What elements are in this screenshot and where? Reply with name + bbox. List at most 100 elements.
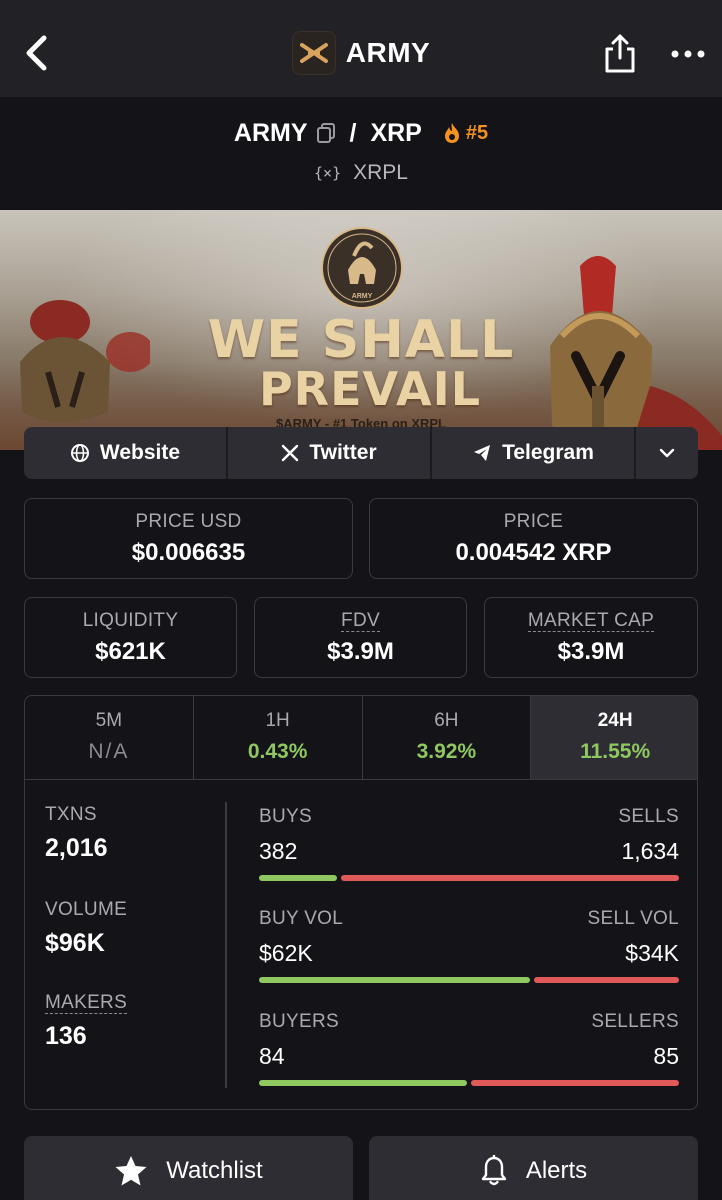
copy-icon[interactable] [316, 122, 336, 144]
fdv-card[interactable]: FDV $3.9M [254, 597, 467, 678]
makers-value: 136 [45, 1022, 87, 1050]
buys-sells-row: BUYS SELLS 382 1,634 [259, 806, 679, 881]
social-links-bar: Website Twitter Telegram [24, 427, 698, 479]
tab-1h[interactable]: 1H 0.43% [194, 696, 363, 779]
fire-icon [444, 123, 459, 143]
price-usd-card: PRICE USD $0.006635 [24, 498, 353, 579]
x-logo-icon [282, 444, 299, 462]
sellers-bar-fill [471, 1080, 679, 1086]
trending-rank-badge[interactable]: #5 [442, 122, 488, 145]
tab-change-value: 11.55% [580, 740, 651, 763]
volume-split-bar [259, 977, 679, 983]
liquidity-card: LIQUIDITY $621K [24, 597, 237, 678]
market-cap-value: $3.9M [557, 638, 625, 665]
telegram-link[interactable]: Telegram [432, 427, 636, 479]
fdv-value: $3.9M [327, 638, 394, 665]
fdv-label: FDV [341, 610, 380, 632]
twitter-link[interactable]: Twitter [228, 427, 432, 479]
banner-headline-2: PREVAIL [258, 362, 482, 416]
tab-label: 5M [95, 710, 123, 731]
price-usd-value: $0.006635 [131, 539, 246, 566]
tab-label: 1H [265, 710, 290, 731]
liquidity-value: $621K [95, 638, 166, 665]
liquidity-label: LIQUIDITY [82, 610, 179, 631]
tab-label: 24H [597, 710, 633, 731]
buy-vol-label: BUY VOL [259, 908, 344, 929]
volume-split-row: BUY VOL SELL VOL $62K $34K [259, 908, 679, 983]
page-title: ARMY [345, 37, 431, 68]
top-bar: ARMY [0, 0, 722, 97]
market-cap-label: MARKET CAP [527, 610, 655, 632]
timeframe-tabs: 5M N/A 1H 0.43% 6H 3.92% 24H 11.55% [25, 696, 697, 780]
xrpl-chain-icon: {×} [314, 164, 342, 182]
pair-quote-symbol: XRP [370, 118, 422, 147]
sell-vol-bar-fill [534, 977, 679, 983]
alerts-button[interactable]: Alerts [369, 1136, 698, 1200]
price-label: PRICE [503, 511, 564, 532]
market-cap-card[interactable]: MARKET CAP $3.9M [484, 597, 698, 678]
sell-vol-value: $34K [625, 940, 679, 966]
watchlist-button[interactable]: Watchlist [24, 1136, 353, 1200]
sells-bar-fill [340, 875, 679, 881]
alerts-label: Alerts [525, 1157, 588, 1184]
txns-panel: 5M N/A 1H 0.43% 6H 3.92% 24H 11.55% TXNS… [24, 695, 698, 1110]
buys-label: BUYS [259, 806, 312, 827]
tab-5m[interactable]: 5M N/A [25, 696, 194, 779]
website-link[interactable]: Website [24, 427, 228, 479]
buyers-sellers-row: BUYERS SELLERS 84 85 [259, 1011, 679, 1086]
watchlist-label: Watchlist [166, 1157, 263, 1184]
buys-value: 382 [259, 838, 298, 864]
buyers-bar-fill [259, 1080, 467, 1086]
tab-change-value: 3.92% [416, 740, 477, 763]
emblem-text: ARMY [352, 293, 373, 300]
makers-label[interactable]: MAKERS [45, 992, 128, 1014]
globe-icon [70, 444, 89, 462]
website-link-label: Website [99, 441, 181, 464]
sell-vol-label: SELL VOL [587, 908, 679, 929]
more-links-dropdown[interactable] [636, 427, 698, 479]
buyers-value: 84 [259, 1043, 285, 1069]
star-icon [115, 1156, 147, 1186]
buyers-label: BUYERS [259, 1011, 339, 1032]
tab-change-value: 0.43% [247, 740, 308, 763]
buy-vol-bar-fill [259, 977, 530, 983]
column-divider [225, 802, 227, 1088]
sellers-value: 85 [653, 1043, 679, 1069]
txns-value: 2,016 [45, 834, 108, 862]
twitter-link-label: Twitter [309, 441, 377, 464]
buys-bar-fill [259, 875, 337, 881]
tab-24h[interactable]: 24H 11.55% [531, 696, 697, 779]
share-icon[interactable] [602, 32, 638, 74]
chevron-down-icon [659, 448, 675, 458]
tab-6h[interactable]: 6H 3.92% [363, 696, 532, 779]
telegram-icon [474, 445, 491, 461]
chain-name: XRPL [353, 161, 408, 184]
spartan-helmet-right-image [550, 256, 722, 450]
sells-label: SELLS [618, 806, 679, 827]
tab-label: 6H [434, 710, 459, 731]
pair-separator: / [349, 118, 357, 147]
price-usd-label: PRICE USD [135, 511, 242, 532]
token-banner: ARMY WE SHALL PREVAIL $ARMY - #1 Token o… [0, 210, 722, 450]
totals-column: TXNS 2,016 VOLUME $96K MAKERS 136 [45, 804, 225, 1051]
volume-value: $96K [45, 929, 105, 957]
telegram-link-label: Telegram [502, 441, 594, 464]
buys-sells-bar [259, 875, 679, 881]
pair-base-symbol: ARMY [233, 118, 308, 147]
pair-header: ARMY / XRP #5 {×} XRPL [0, 97, 722, 210]
sellers-label: SELLERS [591, 1011, 679, 1032]
buy-vol-value: $62K [259, 940, 313, 966]
token-logo [291, 31, 336, 75]
txns-label: TXNS [45, 804, 97, 825]
price-native-card: PRICE 0.004542 XRP [369, 498, 698, 579]
rank-value: #5 [465, 121, 489, 144]
volume-label: VOLUME [45, 899, 128, 920]
sells-value: 1,634 [621, 838, 679, 864]
tab-change-value: N/A [88, 740, 130, 763]
army-emblem-logo: ARMY [321, 227, 403, 309]
buyers-sellers-bar [259, 1080, 679, 1086]
more-icon[interactable] [668, 44, 708, 64]
bell-icon [481, 1155, 507, 1186]
price-native-value: 0.004542 XRP [455, 539, 612, 566]
army-logo-icon [299, 43, 328, 63]
